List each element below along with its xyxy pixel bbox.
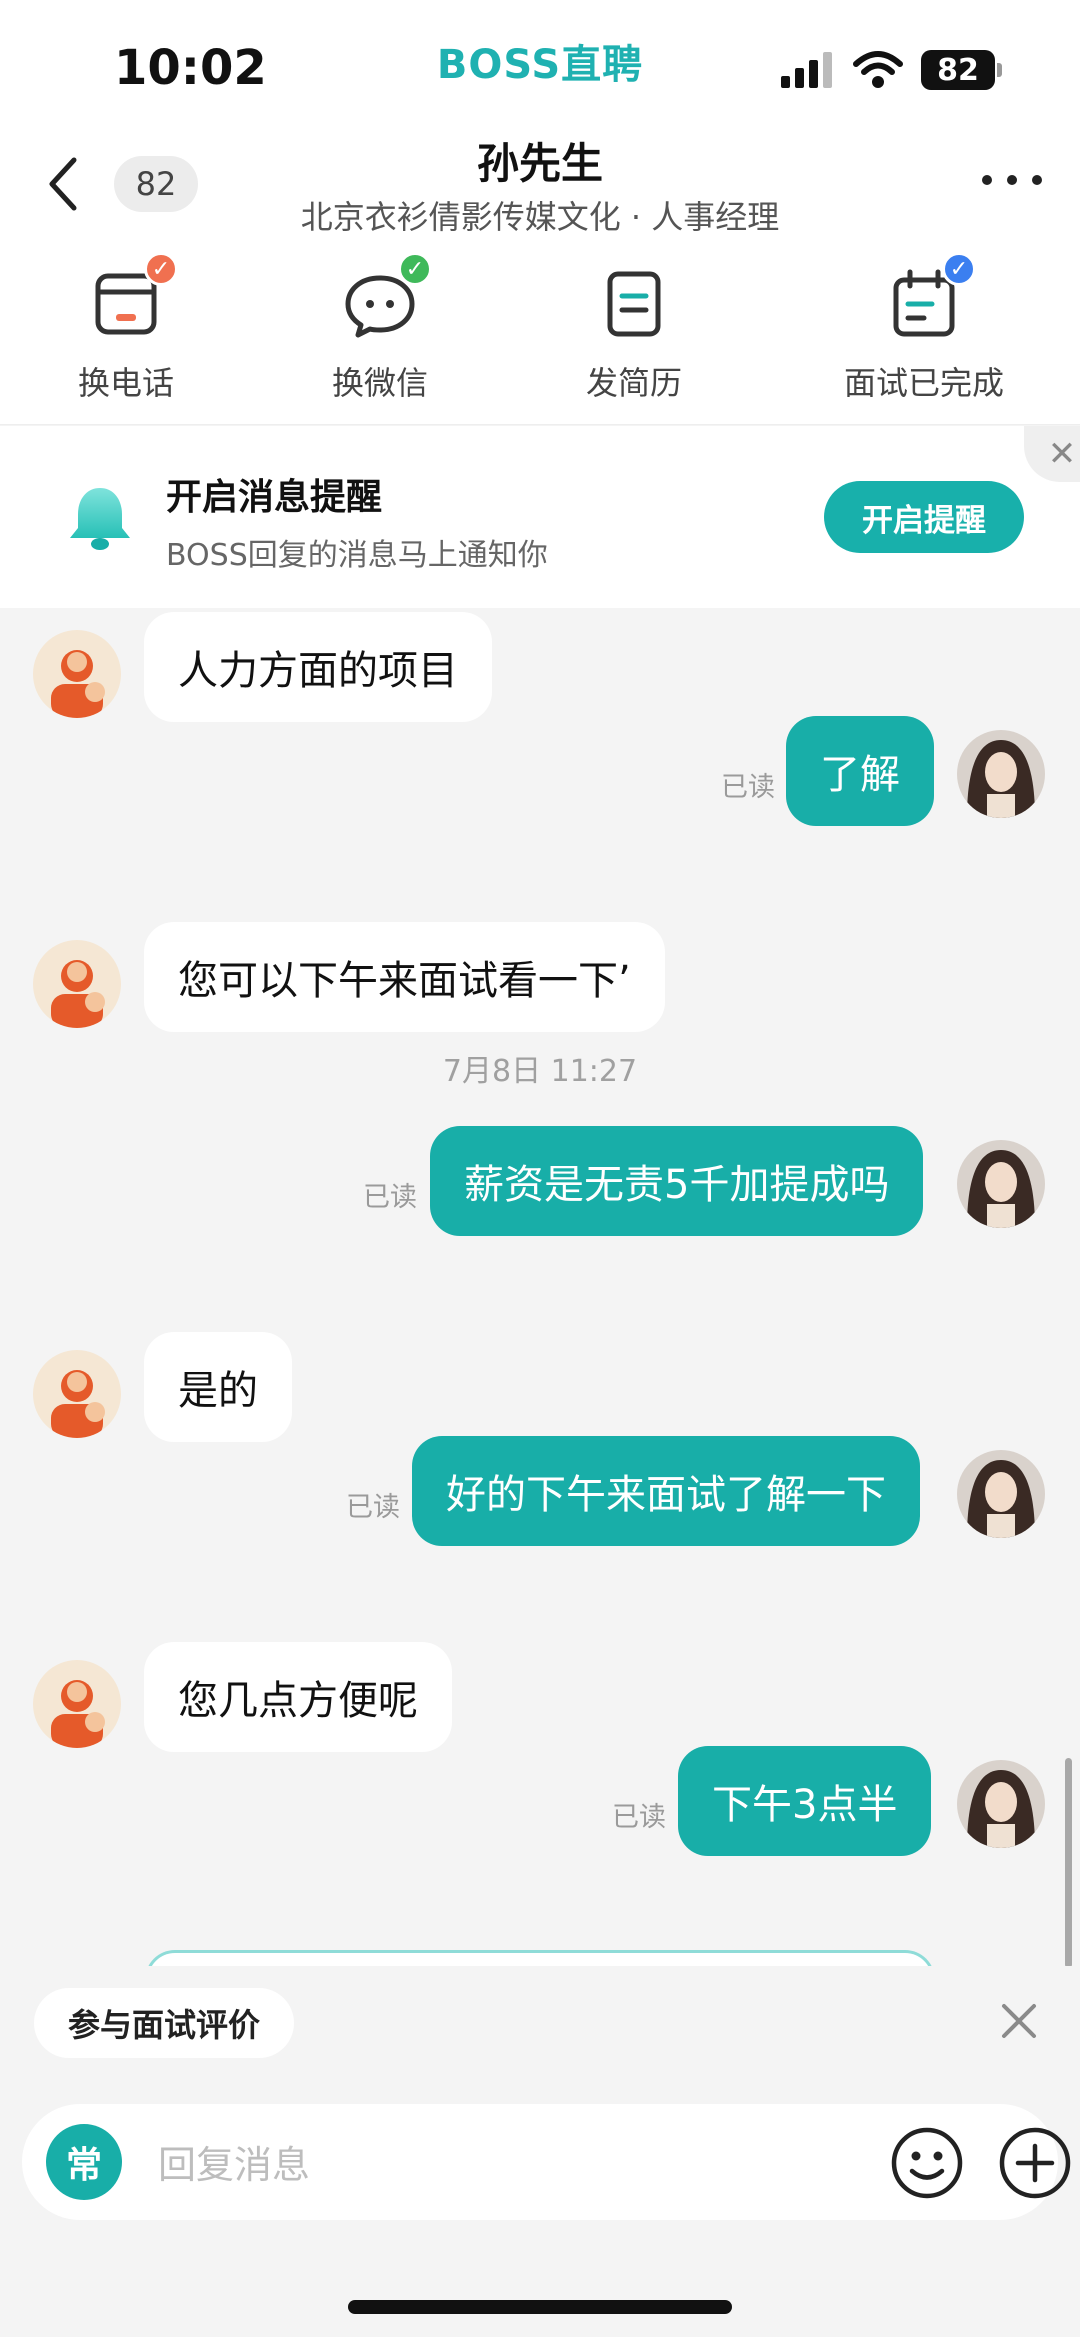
swap-phone-button[interactable]: ✓ 换电话	[56, 252, 196, 404]
read-status: 已读	[612, 1802, 666, 1833]
contact-name: 孙先生	[476, 139, 603, 188]
input-area: 常 回复消息	[0, 2080, 1080, 2337]
interview-eval-row: 参与面试评价	[0, 1966, 1080, 2076]
message-bubble-outgoing[interactable]: 好的下午来面试了解一下	[412, 1436, 920, 1546]
swap-wechat-button[interactable]: ✓ 换微信	[310, 252, 450, 404]
chat-header: 82 孙先生 北京衣衫倩影传媒文化 · 人事经理	[0, 118, 1080, 250]
emoji-icon[interactable]	[890, 2126, 964, 2200]
send-resume-button[interactable]: 发简历	[564, 264, 704, 404]
plus-icon[interactable]	[998, 2126, 1072, 2200]
battery-icon: 82	[921, 50, 1002, 90]
bell-icon	[70, 488, 130, 550]
message-bubble-incoming[interactable]: 是的	[144, 1332, 292, 1442]
scrollbar-thumb[interactable]	[1065, 1758, 1072, 1966]
interview-eval-chip[interactable]: 参与面试评价	[34, 1988, 295, 2058]
quick-phrases-button[interactable]: 常	[46, 2124, 122, 2200]
battery-level: 82	[921, 50, 995, 90]
action-label: 换微信	[331, 364, 428, 402]
boss-avatar[interactable]	[33, 1660, 121, 1748]
message-bubble-incoming[interactable]: 您可以下午来面试看一下’	[144, 922, 665, 1032]
wifi-icon	[853, 51, 903, 88]
more-menu-button[interactable]	[982, 170, 1042, 190]
close-banner-icon[interactable]: ✕	[1024, 426, 1080, 482]
action-bar: ✓ 换电话 ✓ 换微信 发简历 ✓ 面试已完成	[0, 250, 1080, 425]
message-bubble-outgoing[interactable]: 薪资是无责5千加提成吗	[430, 1126, 924, 1236]
message-bubble-outgoing[interactable]: 下午3点半	[678, 1746, 932, 1856]
close-icon[interactable]	[996, 1998, 1042, 2044]
message-bubble-incoming[interactable]: 您几点方便呢	[144, 1642, 452, 1752]
boss-avatar[interactable]	[33, 1350, 121, 1438]
message-bubble-outgoing[interactable]: 了解	[786, 716, 934, 826]
resume-icon	[607, 271, 661, 337]
interview-done-button[interactable]: ✓ 面试已完成	[834, 252, 1014, 404]
action-label: 发简历	[585, 364, 682, 402]
boss-avatar[interactable]	[33, 630, 121, 718]
message-timestamp: 7月8日 11:27	[442, 1054, 638, 1089]
action-label: 面试已完成	[843, 364, 1004, 402]
status-badge: ✓	[398, 252, 432, 286]
action-label: 换电话	[77, 364, 174, 402]
status-bar: 10:02 BOSS直聘 82	[0, 0, 1080, 118]
status-badge: ✓	[942, 252, 976, 286]
message-input-box[interactable]: 常 回复消息	[22, 2104, 1071, 2220]
my-avatar[interactable]	[957, 1760, 1045, 1848]
boss-avatar[interactable]	[33, 940, 121, 1028]
read-status: 已读	[363, 1182, 417, 1213]
read-status: 已读	[721, 772, 775, 803]
message-input-placeholder[interactable]: 回复消息	[158, 2134, 310, 2189]
notify-description: BOSS回复的消息马上通知你	[166, 538, 548, 573]
contact-company-title: 北京衣衫倩影传媒文化 · 人事经理	[300, 198, 780, 236]
notify-title: 开启消息提醒	[166, 477, 383, 518]
enable-notify-button[interactable]: 开启提醒	[824, 481, 1024, 553]
home-indicator[interactable]	[348, 2300, 732, 2314]
status-icons: 82	[779, 50, 1002, 90]
read-status: 已读	[346, 1492, 400, 1523]
message-bubble-incoming[interactable]: 人力方面的项目	[144, 612, 492, 722]
my-avatar[interactable]	[957, 1450, 1045, 1538]
signal-icon	[781, 52, 832, 88]
status-badge: ✓	[144, 252, 178, 286]
notification-banner: 开启消息提醒 BOSS回复的消息马上通知你 开启提醒 ✕	[0, 426, 1080, 608]
my-avatar[interactable]	[957, 1140, 1045, 1228]
my-avatar[interactable]	[957, 730, 1045, 818]
message-list[interactable]: 人力方面的项目 已读 了解 您可以下午来面试看一下’ 7月8日 11:27 已读…	[0, 608, 1080, 1966]
